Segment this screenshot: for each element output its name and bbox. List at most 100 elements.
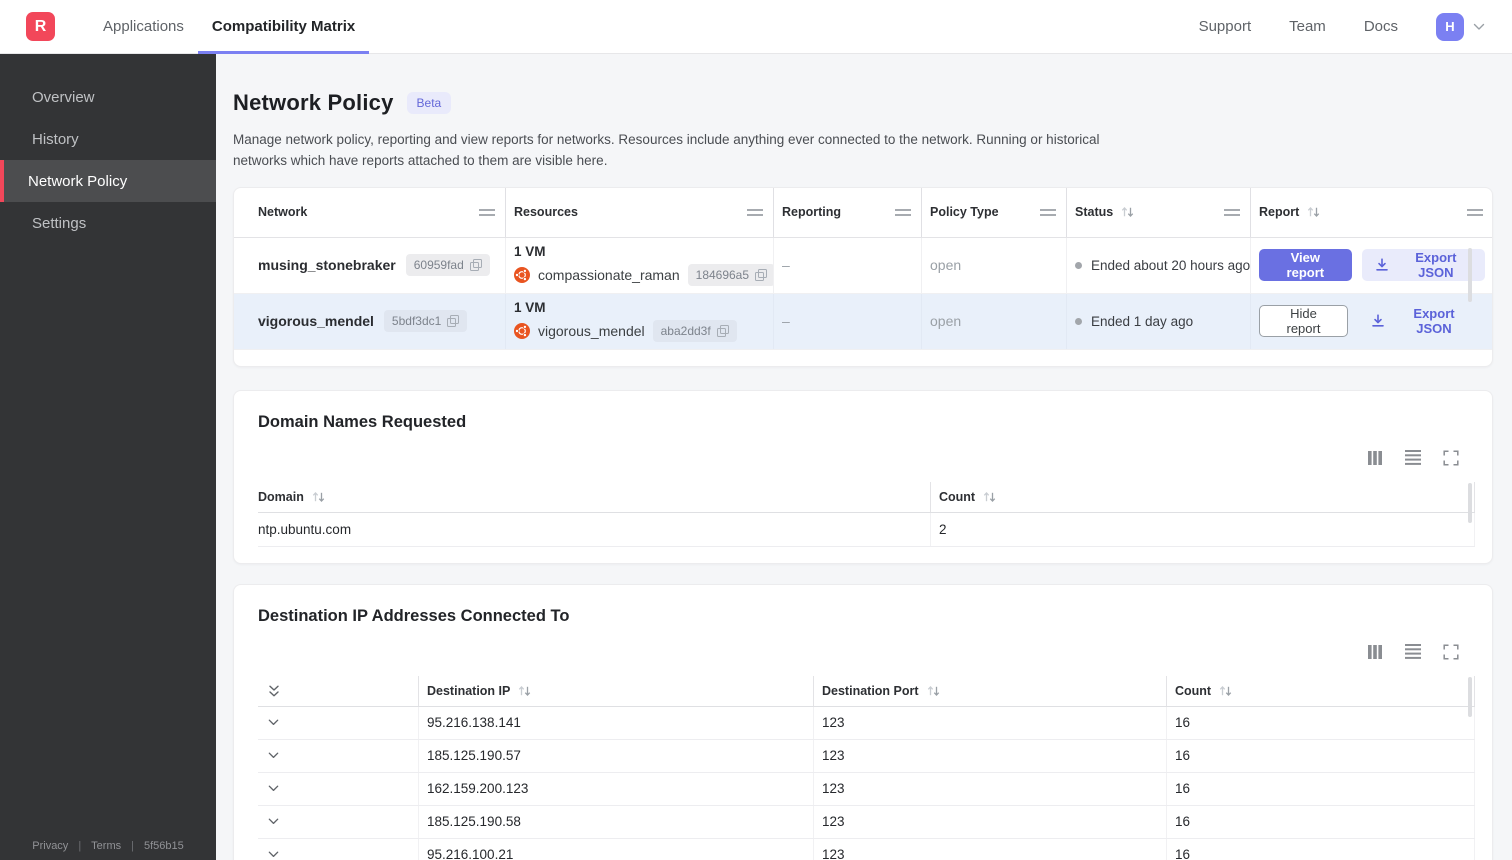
sort-icon[interactable] xyxy=(927,685,940,697)
table-scrollbar-thumb[interactable] xyxy=(1468,247,1472,302)
domain-cell: ntp.ubuntu.com xyxy=(258,512,931,546)
divider: | xyxy=(131,840,134,852)
count-cell: 16 xyxy=(1167,805,1475,838)
resize-handle-icon[interactable] xyxy=(479,208,495,216)
hide-report-button[interactable]: Hide report xyxy=(1259,305,1348,338)
export-json-button[interactable]: Export JSON xyxy=(1361,249,1485,282)
column-header-destination-ip: Destination IP xyxy=(419,675,814,706)
resize-handle-icon[interactable] xyxy=(747,208,763,216)
status-dot xyxy=(1075,261,1082,269)
copy-icon[interactable] xyxy=(716,325,729,338)
fullscreen-icon[interactable] xyxy=(1443,644,1459,660)
resources-cell: 1 VM compassionate_raman 184696a5 xyxy=(506,237,774,293)
nav-support[interactable]: Support xyxy=(1199,18,1252,35)
network-row[interactable]: musing_stonebraker 60959fad 1 VM compass… xyxy=(234,237,1492,294)
column-header-report: Report xyxy=(1251,188,1492,237)
beta-badge: Beta xyxy=(406,92,452,114)
main-content: Network Policy Beta Manage network polic… xyxy=(216,54,1512,860)
column-header-resources: Resources xyxy=(506,187,774,237)
resource-name: vigorous_mendel xyxy=(538,323,645,340)
columns-icon[interactable] xyxy=(1367,450,1383,466)
copy-icon[interactable] xyxy=(447,315,460,328)
row-expand-chevron-icon[interactable] xyxy=(267,815,280,828)
sidebar-item-history[interactable]: History xyxy=(0,118,216,160)
copy-icon[interactable] xyxy=(755,269,768,282)
privacy-link[interactable]: Privacy xyxy=(32,840,68,852)
sort-icon[interactable] xyxy=(983,491,996,503)
copy-icon[interactable] xyxy=(469,259,482,272)
nav-team[interactable]: Team xyxy=(1289,18,1326,35)
sidebar-item-overview[interactable]: Overview xyxy=(0,76,216,118)
page-title: Network Policy xyxy=(233,90,394,115)
resource-name: compassionate_raman xyxy=(538,267,680,284)
sort-icon[interactable] xyxy=(1219,685,1232,697)
sort-icon[interactable] xyxy=(518,685,531,697)
reporting-cell: – xyxy=(774,237,922,293)
domains-table-header: Domain Count xyxy=(258,481,1475,513)
avatar[interactable]: H xyxy=(1436,12,1464,41)
view-report-button[interactable]: View report xyxy=(1259,249,1352,282)
network-id-badge[interactable]: 5bdf3dc1 xyxy=(383,310,468,333)
sidebar-item-settings[interactable]: Settings xyxy=(0,202,216,244)
ubuntu-icon xyxy=(514,323,530,340)
top-nav: R Applications Compatibility Matrix Supp… xyxy=(0,0,1512,54)
resize-handle-icon[interactable] xyxy=(1224,208,1240,216)
download-icon xyxy=(1374,257,1390,273)
row-expand-chevron-icon[interactable] xyxy=(267,749,280,762)
sort-icon[interactable] xyxy=(1121,206,1134,218)
columns-icon[interactable] xyxy=(1367,644,1383,660)
density-icon[interactable] xyxy=(1405,643,1421,660)
ubuntu-icon xyxy=(514,267,530,284)
vm-count: 1 VM xyxy=(514,244,546,260)
reporting-cell: – xyxy=(774,293,922,349)
row-expand-chevron-icon[interactable] xyxy=(267,782,280,795)
nav-docs[interactable]: Docs xyxy=(1364,18,1398,35)
fullscreen-icon[interactable] xyxy=(1443,450,1459,466)
domains-card: Domain Names Requested Domain Count ntp.… xyxy=(233,389,1493,564)
destination-row: 95.216.100.21 123 16 xyxy=(258,838,1475,860)
nav-compatibility-matrix[interactable]: Compatibility Matrix xyxy=(197,0,370,54)
network-row[interactable]: vigorous_mendel 5bdf3dc1 1 VM vigorous_m… xyxy=(234,293,1492,350)
resource-id-badge[interactable]: aba2dd3f xyxy=(652,320,737,343)
resource-id-badge[interactable]: 184696a5 xyxy=(687,264,773,287)
sort-icon[interactable] xyxy=(312,491,325,503)
status-text: Ended 1 day ago xyxy=(1091,313,1194,329)
app-logo-letter: R xyxy=(34,17,47,35)
expand-cell xyxy=(258,772,419,805)
export-json-button[interactable]: Export JSON xyxy=(1358,305,1485,337)
network-name: musing_stonebraker xyxy=(258,257,396,274)
count-cell: 16 xyxy=(1167,706,1475,739)
expand-all-icon[interactable] xyxy=(267,684,281,698)
row-expand-chevron-icon[interactable] xyxy=(267,716,280,729)
resize-handle-icon[interactable] xyxy=(1467,208,1483,216)
nav-applications[interactable]: Applications xyxy=(89,0,198,54)
destination-port-cell: 123 xyxy=(814,772,1167,805)
count-cell: 16 xyxy=(1167,739,1475,772)
table-scrollbar-thumb[interactable] xyxy=(1468,676,1472,717)
policy-type-cell: open xyxy=(922,293,1067,349)
card-toolbar xyxy=(258,643,1475,661)
card-toolbar xyxy=(258,449,1475,467)
resources-cell: 1 VM vigorous_mendel aba2dd3f xyxy=(506,293,774,349)
terms-link[interactable]: Terms xyxy=(91,840,121,852)
sidebar-item-network-policy[interactable]: Network Policy xyxy=(0,160,216,202)
report-cell: View report Export JSON xyxy=(1251,238,1492,293)
destination-ip-cell: 95.216.100.21 xyxy=(419,838,814,860)
network-id-badge[interactable]: 60959fad xyxy=(405,254,490,277)
chevron-down-icon xyxy=(1472,20,1486,34)
sort-icon[interactable] xyxy=(1307,206,1320,218)
row-expand-chevron-icon[interactable] xyxy=(267,848,280,860)
app-logo[interactable]: R xyxy=(26,12,55,41)
table-scrollbar-thumb[interactable] xyxy=(1468,482,1472,523)
destination-port-cell: 123 xyxy=(814,805,1167,838)
count-cell: 2 xyxy=(931,512,1475,546)
density-icon[interactable] xyxy=(1405,449,1421,466)
destination-port-cell: 123 xyxy=(814,706,1167,739)
network-name: vigorous_mendel xyxy=(258,313,374,330)
resize-handle-icon[interactable] xyxy=(1040,208,1056,216)
account-menu[interactable]: H xyxy=(1436,12,1486,41)
destination-row: 185.125.190.57 123 16 xyxy=(258,739,1475,773)
expand-cell xyxy=(258,706,419,739)
destinations-card: Destination IP Addresses Connected To De… xyxy=(233,583,1493,860)
resize-handle-icon[interactable] xyxy=(895,208,911,216)
